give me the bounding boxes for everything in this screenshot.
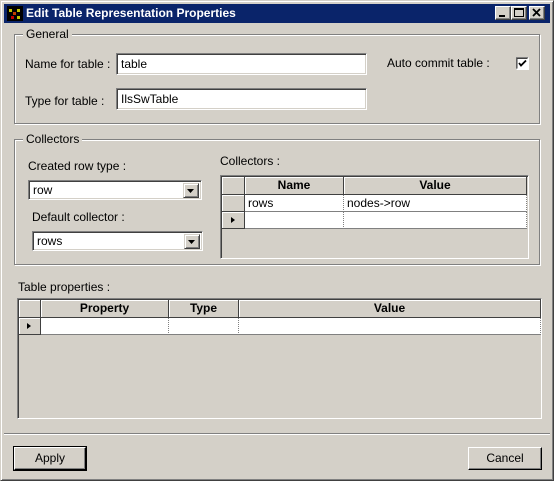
- window-title: Edit Table Representation Properties: [26, 6, 236, 20]
- maximize-button[interactable]: [511, 6, 527, 20]
- name-value: table: [121, 57, 148, 71]
- default-collector-value: rows: [37, 234, 63, 248]
- general-legend: General: [23, 27, 72, 41]
- table-properties-grid[interactable]: Property Type Value: [17, 298, 542, 419]
- new-row-name-cell[interactable]: [245, 212, 344, 229]
- collector-name-cell[interactable]: rows: [245, 195, 344, 212]
- row-pointer-icon: [231, 217, 235, 223]
- created-row-type-value: row: [33, 183, 53, 197]
- chevron-down-icon: [187, 189, 194, 193]
- close-icon: [532, 8, 541, 17]
- new-row-type-cell[interactable]: [169, 318, 239, 335]
- default-collector-select[interactable]: rows: [32, 231, 203, 251]
- column-header-type[interactable]: Type: [169, 300, 239, 318]
- apply-button[interactable]: Apply: [13, 446, 87, 471]
- default-collector-label: Default collector :: [32, 210, 125, 224]
- row-header[interactable]: [222, 195, 245, 212]
- app-icon: [7, 6, 23, 21]
- bottom-separator: [4, 433, 550, 435]
- grid-corner: [222, 177, 245, 195]
- grid-corner: [19, 300, 41, 318]
- new-row-property-cell[interactable]: [41, 318, 169, 335]
- general-group: General: [14, 27, 540, 124]
- table-properties-label: Table properties :: [18, 280, 111, 294]
- new-row-header[interactable]: [222, 212, 245, 229]
- new-row-value-cell[interactable]: [344, 212, 527, 229]
- type-field[interactable]: IlsSwTable: [116, 88, 367, 110]
- name-label: Name for table :: [25, 57, 111, 71]
- column-header-name[interactable]: Name: [245, 177, 344, 195]
- row-pointer-icon: [27, 323, 31, 329]
- new-row-value-cell[interactable]: [239, 318, 541, 335]
- minimize-button[interactable]: [495, 6, 511, 20]
- created-row-type-dropdown-button[interactable]: [183, 183, 199, 198]
- auto-commit-checkbox[interactable]: [516, 57, 529, 70]
- minimize-icon: [499, 15, 505, 17]
- dialog-window: Edit Table Representation Properties Gen…: [0, 0, 554, 481]
- column-header-property[interactable]: Property: [41, 300, 169, 318]
- collectors-legend: Collectors: [23, 132, 83, 146]
- cancel-button[interactable]: Cancel: [468, 447, 542, 470]
- collectors-grid-label: Collectors :: [220, 154, 281, 168]
- collectors-grid[interactable]: Name Value rows nodes->row: [220, 175, 529, 259]
- type-value: IlsSwTable: [121, 92, 179, 106]
- column-header-value[interactable]: Value: [239, 300, 541, 318]
- maximize-icon: [514, 8, 524, 17]
- name-field[interactable]: table: [116, 53, 367, 75]
- auto-commit-label: Auto commit table :: [387, 56, 490, 70]
- chevron-down-icon: [188, 240, 195, 244]
- type-label: Type for table :: [25, 94, 105, 108]
- default-collector-dropdown-button[interactable]: [184, 234, 200, 249]
- close-button[interactable]: [529, 6, 545, 20]
- collector-value-cell[interactable]: nodes->row: [344, 195, 527, 212]
- created-row-type-select[interactable]: row: [28, 180, 202, 200]
- created-row-type-label: Created row type :: [28, 159, 127, 173]
- new-row-header[interactable]: [19, 318, 41, 335]
- column-header-value[interactable]: Value: [344, 177, 527, 195]
- title-bar[interactable]: Edit Table Representation Properties: [4, 4, 550, 23]
